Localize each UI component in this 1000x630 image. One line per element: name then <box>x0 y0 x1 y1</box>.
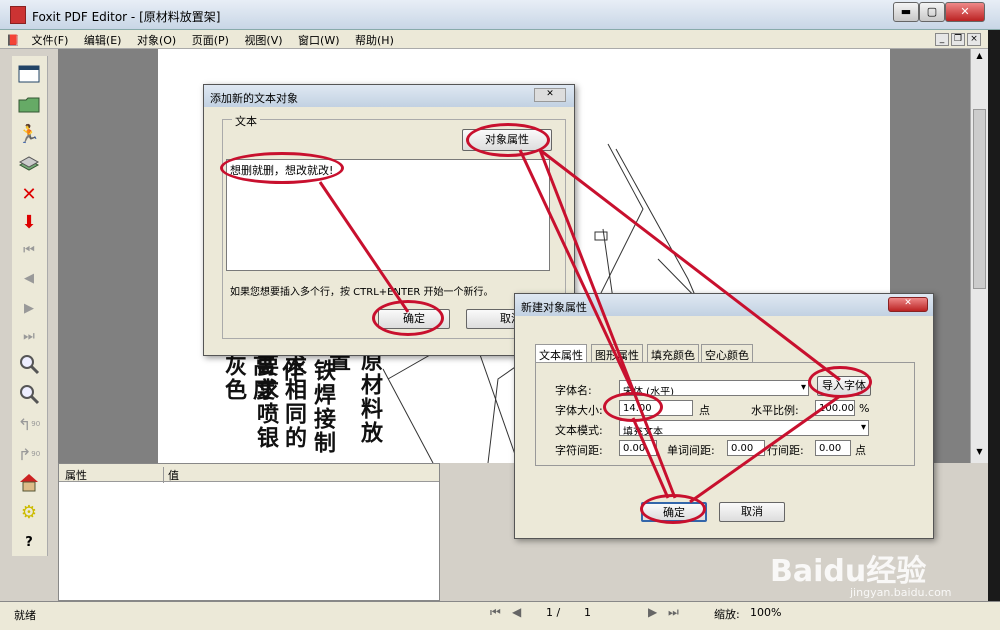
annotation-line <box>318 181 410 313</box>
annotation-line <box>518 149 635 393</box>
annotation-layer <box>318 148 841 504</box>
annotation-ring-ok2 <box>640 494 706 524</box>
annotation-line <box>631 417 670 499</box>
annotation-ring-props <box>466 123 550 157</box>
annotation-line <box>689 394 841 504</box>
annotation-ring-import <box>808 366 872 398</box>
baidu-watermark: Baidu经验 <box>770 554 927 589</box>
annotation-ring-text <box>220 152 344 184</box>
annotation-ring-size <box>603 392 663 422</box>
baidu-url: jingyan.baidu.com <box>850 586 952 599</box>
annotation-ring-ok <box>372 300 444 336</box>
